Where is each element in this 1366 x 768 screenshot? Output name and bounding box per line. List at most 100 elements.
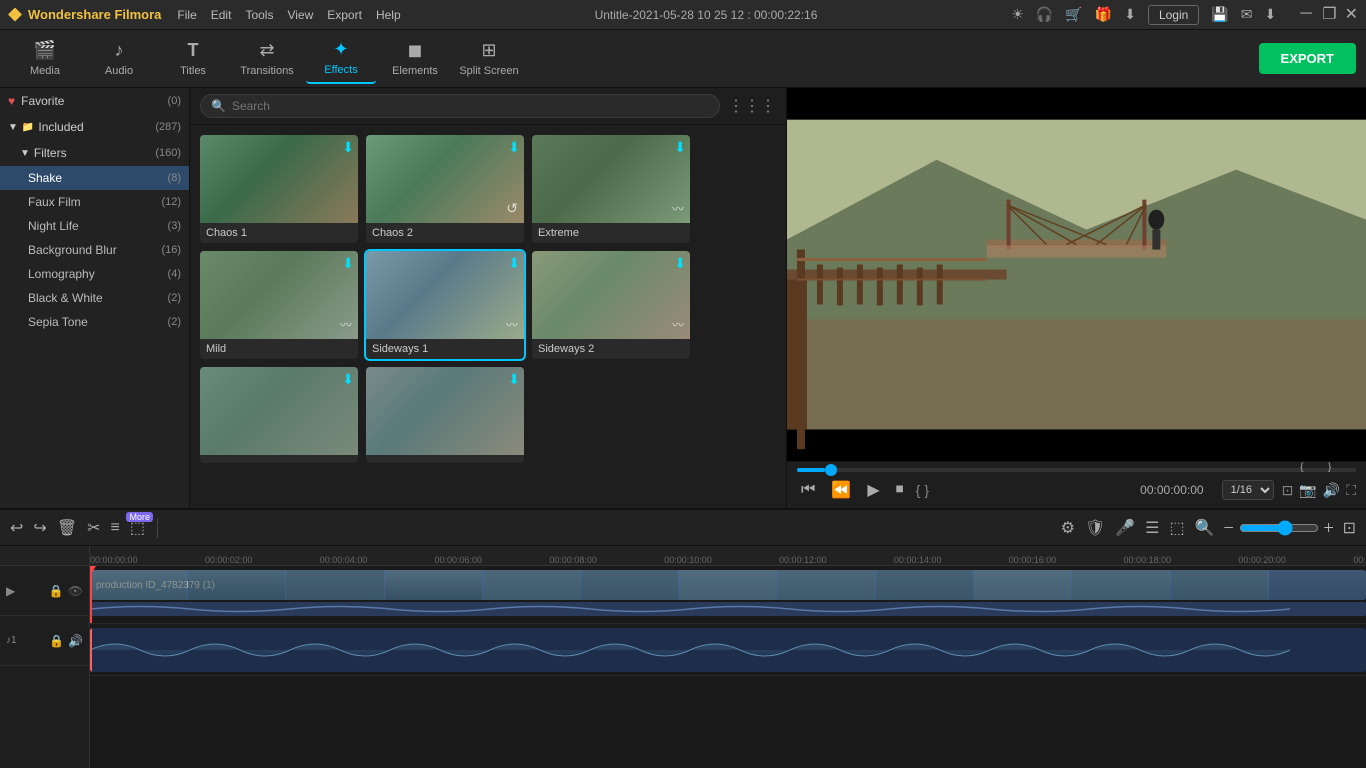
- headphone-icon[interactable]: 🎧: [1036, 6, 1053, 23]
- redo-icon[interactable]: ↪: [31, 516, 48, 540]
- play-button[interactable]: ▶: [863, 478, 883, 502]
- effect-card-extra2[interactable]: ⬇: [366, 367, 524, 463]
- audio-playhead: [90, 628, 92, 672]
- progress-bar[interactable]: { }: [797, 468, 1356, 472]
- menu-help[interactable]: Help: [376, 8, 401, 22]
- audio-track-vol-icon[interactable]: 🔊: [68, 634, 83, 648]
- fit-icon[interactable]: ⊡: [1341, 516, 1358, 540]
- gift-icon[interactable]: 🎁: [1095, 6, 1112, 23]
- toolbar-titles[interactable]: T Titles: [158, 34, 228, 84]
- more-tool[interactable]: ⬚ More: [128, 516, 147, 540]
- quality-select[interactable]: 1/16: [1222, 480, 1274, 500]
- sidebar-item-fauxfilm[interactable]: Faux Film (12): [0, 190, 189, 214]
- toolbar-transitions[interactable]: ⇄ Transitions: [232, 34, 302, 84]
- grid-options-icon[interactable]: ⋮⋮⋮: [728, 96, 776, 116]
- export-button[interactable]: EXPORT: [1259, 43, 1356, 74]
- zoom-plus-icon[interactable]: ＋: [1323, 519, 1335, 536]
- titlebar-right: ☀ 🎧 🛒 🎁 ⬇ Login 💾 ✉ ⬇ － ❐ ✕: [1011, 5, 1358, 25]
- list-icon[interactable]: ☰: [1143, 516, 1161, 540]
- search-input[interactable]: [232, 99, 709, 113]
- undo-icon[interactable]: ↩: [8, 516, 25, 540]
- menu-view[interactable]: View: [287, 8, 313, 22]
- sidebar-item-shake[interactable]: Shake (8): [0, 166, 189, 190]
- effect-card-chaos1[interactable]: ⬇ Chaos 1: [200, 135, 358, 243]
- effect-card-extra1[interactable]: ⬇: [200, 367, 358, 463]
- ruler-mark-6: 00:00:12:00: [779, 555, 827, 565]
- download-icon[interactable]: ⬇: [1124, 6, 1136, 23]
- expand-icon[interactable]: ⛶: [1346, 482, 1356, 499]
- track-eye-icon[interactable]: 👁: [68, 584, 83, 598]
- zoom-minus-icon[interactable]: －: [1223, 519, 1235, 536]
- maximize-button[interactable]: ❐: [1322, 7, 1336, 23]
- ruler-mark-0: 00:00:00:00: [90, 555, 138, 565]
- toolbar-media[interactable]: 🎬 Media: [10, 34, 80, 84]
- toolbar-splitscreen[interactable]: ⊞ Split Screen: [454, 34, 524, 84]
- audio-icon[interactable]: ≡: [109, 517, 122, 539]
- close-button[interactable]: ✕: [1345, 7, 1358, 23]
- track-lock-icon[interactable]: 🔒: [49, 584, 64, 598]
- minimize-button[interactable]: －: [1298, 7, 1314, 23]
- sidebar-item-bw[interactable]: Black & White (2): [0, 286, 189, 310]
- download-effect-icon5: ⬇: [508, 255, 520, 272]
- step-back-button[interactable]: ⏪: [827, 478, 855, 502]
- toolbar-audio[interactable]: ♪ Audio: [84, 34, 154, 84]
- out-bracket[interactable]: }: [924, 482, 929, 498]
- audio-track-icon: ♪1: [6, 635, 17, 646]
- sub-icon[interactable]: ⬚: [1168, 516, 1187, 540]
- effect-card-sideways2[interactable]: ⬇ 〰 Sideways 2: [532, 251, 690, 359]
- in-bracket[interactable]: {: [916, 482, 921, 498]
- prev-frame-button[interactable]: ⏮: [797, 479, 819, 501]
- frame-7: [679, 570, 776, 600]
- menu-file[interactable]: File: [177, 8, 196, 22]
- mic-icon[interactable]: 🎤: [1113, 516, 1137, 540]
- menu-tools[interactable]: Tools: [245, 8, 273, 22]
- delete-icon[interactable]: 🗑: [55, 516, 79, 540]
- effect-card-extreme[interactable]: ⬇ 〰 Extreme: [532, 135, 690, 243]
- sun-icon[interactable]: ☀: [1011, 6, 1024, 23]
- effect-thumb-mild: ⬇ 〰: [200, 251, 358, 339]
- track-label-audio: ♪1 🔒 🔊: [0, 616, 89, 666]
- cut-icon[interactable]: ✂: [85, 516, 102, 540]
- fullscreen-icon[interactable]: ⊡: [1282, 482, 1294, 499]
- wave-icon: 〰: [672, 200, 684, 217]
- audio-clip[interactable]: [90, 628, 1366, 672]
- time-display: 00:00:00:00: [1140, 483, 1203, 497]
- menu-edit[interactable]: Edit: [211, 8, 232, 22]
- menu-export[interactable]: Export: [327, 8, 362, 22]
- toolbar-effects[interactable]: ✦ Effects: [306, 34, 376, 84]
- frame-2: [188, 570, 285, 600]
- sidebar-item-sepia[interactable]: Sepia Tone (2): [0, 310, 189, 334]
- bw-count: (2): [168, 292, 181, 304]
- sidebar-included-header[interactable]: ▼ 📁 Included (287): [0, 114, 189, 140]
- effect-card-sideways1[interactable]: ⬇ 〰 Sideways 1: [366, 251, 524, 359]
- cart-icon[interactable]: 🛒: [1065, 6, 1082, 23]
- toolbar-elements[interactable]: ◼ Elements: [380, 34, 450, 84]
- effect-thumb-sideways1: ⬇ 〰: [366, 251, 524, 339]
- zoom-range[interactable]: [1239, 520, 1319, 536]
- audio-track-lock-icon[interactable]: 🔒: [49, 634, 64, 648]
- project-title: Untitle-2021-05-28 10 25 12 : 00:00:22:1…: [595, 8, 818, 22]
- effect-card-mild[interactable]: ⬇ 〰 Mild: [200, 251, 358, 359]
- mail-icon[interactable]: ✉: [1241, 6, 1253, 23]
- effect-card-chaos2[interactable]: ⬇ ↺ Chaos 2: [366, 135, 524, 243]
- shield-icon[interactable]: 🛡: [1083, 516, 1107, 540]
- zoom-out-icon[interactable]: 🔍: [1193, 516, 1217, 540]
- effect-label-mild: Mild: [200, 339, 358, 359]
- progress-handle[interactable]: [825, 464, 837, 476]
- volume-icon[interactable]: 🔊: [1323, 482, 1340, 499]
- stop-button[interactable]: ⏹: [892, 479, 908, 501]
- sidebar-item-lomography[interactable]: Lomography (4): [0, 262, 189, 286]
- download2-icon[interactable]: ⬇: [1265, 6, 1277, 23]
- video-clip[interactable]: production ID_4782379 (1): [90, 570, 1366, 600]
- sidebar-filters-header[interactable]: ▼ Filters (160): [0, 140, 189, 166]
- save-icon[interactable]: 💾: [1211, 6, 1228, 23]
- media-icon: 🎬: [34, 40, 56, 61]
- sidebar-item-nightlife[interactable]: Night Life (3): [0, 214, 189, 238]
- search-box[interactable]: 🔍: [200, 94, 720, 118]
- sidebar-item-bgblur[interactable]: Background Blur (16): [0, 238, 189, 262]
- snapshot-icon[interactable]: 📷: [1299, 482, 1316, 499]
- sidebar-favorite[interactable]: ♥ Favorite (0): [0, 88, 189, 114]
- settings-icon[interactable]: ⚙: [1059, 516, 1077, 540]
- download-effect-icon: ⬇: [342, 139, 354, 156]
- login-button[interactable]: Login: [1148, 5, 1199, 25]
